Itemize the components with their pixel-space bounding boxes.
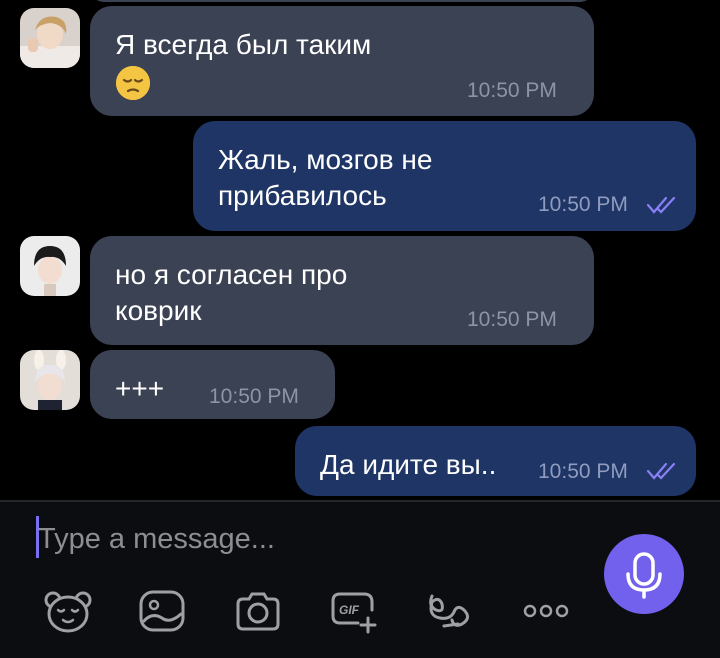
message-bubble-outgoing[interactable]: Жаль, мозгов не прибавилось 10:50 PM bbox=[193, 121, 696, 231]
message-bubble-incoming[interactable]: Я всегда был таким 10:50 PM bbox=[90, 6, 594, 116]
message-time: 10:50 PM bbox=[467, 79, 557, 102]
chat-screen: Я всегда был таким 10:50 PM Жаль, мозгов… bbox=[0, 0, 720, 658]
message-text: но я согласен про коврик bbox=[115, 259, 348, 326]
message-text: Жаль, мозгов не прибавилось bbox=[218, 144, 433, 211]
previous-message-bubble[interactable] bbox=[90, 0, 594, 2]
message-text: Да идите вы.. bbox=[320, 449, 497, 480]
sender-avatar[interactable] bbox=[20, 350, 80, 410]
sender-avatar[interactable] bbox=[20, 8, 80, 68]
message-time: 10:50 PM bbox=[209, 385, 299, 408]
message-bubble-outgoing[interactable]: Да идите вы.. 10:50 PM bbox=[295, 426, 696, 496]
message-time: 10:50 PM bbox=[467, 308, 557, 331]
message-time: 10:50 PM bbox=[538, 460, 628, 483]
image-icon[interactable] bbox=[136, 588, 188, 634]
message-input[interactable]: Type a message... bbox=[38, 522, 275, 556]
more-icon[interactable] bbox=[520, 588, 572, 634]
message-time: 10:50 PM bbox=[538, 193, 628, 216]
message-text: +++ bbox=[115, 373, 165, 404]
message-bubble-incoming[interactable]: +++ 10:50 PM bbox=[90, 350, 335, 419]
read-checkmarks-icon bbox=[646, 195, 680, 215]
doodle-icon[interactable] bbox=[424, 588, 476, 634]
read-checkmarks-icon bbox=[646, 461, 680, 481]
svg-text:GIF: GIF bbox=[339, 603, 360, 617]
pensive-face-icon bbox=[116, 66, 150, 100]
gif-icon[interactable]: GIF bbox=[328, 588, 380, 634]
message-bubble-incoming[interactable]: но я согласен про коврик 10:50 PM bbox=[90, 236, 594, 345]
sticker-bear-icon[interactable] bbox=[42, 588, 94, 634]
message-text: Я всегда был таким bbox=[115, 29, 372, 60]
voice-record-button[interactable] bbox=[604, 534, 684, 614]
sender-avatar[interactable] bbox=[20, 236, 80, 296]
camera-icon[interactable] bbox=[232, 588, 284, 634]
microphone-icon bbox=[626, 552, 662, 599]
